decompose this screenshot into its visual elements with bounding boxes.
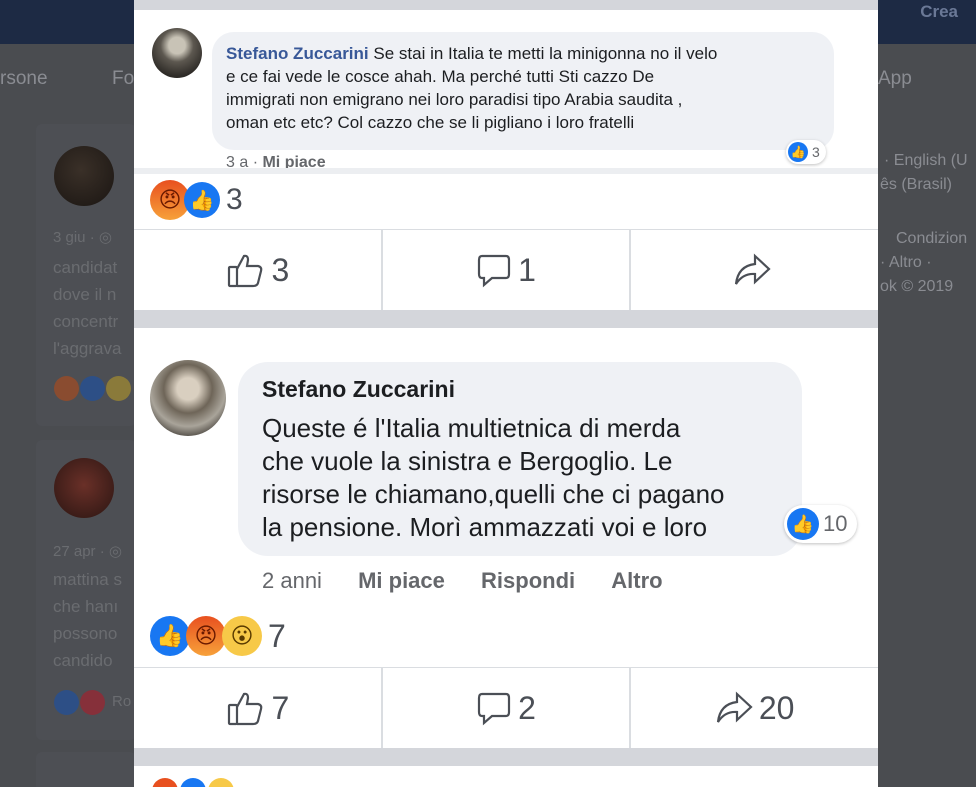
thumbs-up-icon xyxy=(228,692,263,726)
reply-link[interactable]: Rispondi xyxy=(481,568,575,593)
comment-reaction-badge[interactable]: 👍 3 xyxy=(786,140,826,164)
comment-text: la pensione. Morì ammazzati voi e loro xyxy=(262,512,708,542)
commenter-avatar[interactable] xyxy=(152,28,202,78)
like-icon: 👍 xyxy=(150,616,190,656)
comment-button[interactable]: 2 xyxy=(383,668,632,748)
comment-icon xyxy=(478,692,511,726)
comment-count: 1 xyxy=(518,251,536,288)
comment-text: e ce fai vede le cosce ahah. Ma perché t… xyxy=(226,67,655,86)
post-text-line: concentr xyxy=(53,312,119,331)
angry-icon: 😠 xyxy=(186,616,226,656)
reaction-total: 3 xyxy=(226,183,243,216)
post-text-line: che hanı xyxy=(53,597,119,616)
share-button[interactable] xyxy=(631,230,878,310)
reaction-count: 10 xyxy=(823,511,848,536)
like-button[interactable]: 7 xyxy=(134,668,383,748)
comment-text: oman etc etc? Col cazzo che se li piglia… xyxy=(226,113,635,132)
love-reaction-icon xyxy=(80,690,105,715)
comment-text: che vuole la sinistra e Bergoglio. Le xyxy=(262,446,673,476)
share-button[interactable]: 20 xyxy=(631,668,878,748)
like-count: 7 xyxy=(271,689,290,726)
wow-icon: 😮 xyxy=(222,616,262,656)
reaction-count: 3 xyxy=(812,144,820,160)
avatar xyxy=(54,146,114,206)
globe-icon: ◎ xyxy=(108,543,122,560)
like-reaction-icon xyxy=(80,376,105,401)
background-post-card xyxy=(36,752,136,787)
comment-icon xyxy=(478,254,511,288)
footer-link[interactable]: · Altro · xyxy=(880,250,932,275)
copyright-text: ok © 2019 xyxy=(880,278,954,295)
top-gray-strip xyxy=(134,0,878,10)
comment-text: risorse le chiamano,quelli che ci pagano xyxy=(262,479,725,509)
comment-reaction-badge[interactable]: 👍 10 xyxy=(784,505,858,543)
language-link[interactable]: ês (Brasil) xyxy=(880,172,952,197)
comment-author[interactable]: Stefano Zuccarini xyxy=(262,374,725,404)
like-link[interactable]: Mi piace xyxy=(358,568,445,593)
like-icon: 👍 xyxy=(787,508,819,540)
more-link[interactable]: Altro xyxy=(611,568,662,593)
post-text-line: candidat xyxy=(53,258,118,277)
post-action-bar: 7 2 20 xyxy=(134,667,878,748)
post-text-line: dove il n xyxy=(53,285,117,304)
nav-item-persone[interactable]: rsone xyxy=(0,68,48,90)
post-action-bar: 3 1 xyxy=(134,229,878,310)
share-count: 20 xyxy=(758,689,795,726)
comment-author[interactable]: Stefano Zuccarini xyxy=(226,44,369,63)
post-reaction-summary[interactable]: 👍 😠 😮 7 xyxy=(150,616,286,656)
post-meta: 27 apr · ◎ xyxy=(53,543,122,560)
reaction-total: 7 xyxy=(268,617,286,654)
middle-gray-strip xyxy=(134,310,878,328)
commenter-avatar[interactable] xyxy=(150,360,226,436)
thumbs-up-icon xyxy=(228,254,263,288)
comment-text: Queste é l'Italia multietnica di merda xyxy=(262,413,681,443)
avatar xyxy=(54,458,114,518)
comment-bubble: Stefano Zuccarini Se stai in Italia te m… xyxy=(212,32,834,150)
nav-item-fo[interactable]: Fo xyxy=(112,68,134,90)
like-icon: 👍 xyxy=(184,182,220,218)
fade-divider xyxy=(134,168,878,174)
comment-button[interactable]: 1 xyxy=(383,230,632,310)
share-icon xyxy=(734,253,771,285)
post-text-line: candido xyxy=(53,651,113,670)
post-panel-3 xyxy=(134,766,878,787)
like-reaction-icon xyxy=(54,690,79,715)
post-text-line: possono xyxy=(53,624,118,643)
comment-meta: 2 anni Mi piace Rispondi Altro xyxy=(262,568,693,594)
bottom-gray-strip xyxy=(134,748,878,766)
post-reaction-summary[interactable]: 😠 👍 3 xyxy=(150,180,243,220)
comment-count: 2 xyxy=(518,689,536,726)
nav-item-app[interactable]: App xyxy=(878,68,912,90)
like-button[interactable]: 3 xyxy=(134,230,383,310)
globe-icon: ◎ xyxy=(98,229,112,246)
share-icon xyxy=(716,691,753,723)
post-meta: 3 giu · ◎ xyxy=(53,229,112,246)
sad-reaction-icon xyxy=(106,376,131,401)
post-text-line: mattina s xyxy=(53,570,122,589)
create-link[interactable]: Crea xyxy=(920,2,958,22)
post-text-line: l'aggrava xyxy=(53,339,122,358)
angry-reaction-icon xyxy=(54,376,79,401)
language-link[interactable]: · English (U xyxy=(884,148,968,173)
reactor-names[interactable]: Ro xyxy=(112,693,131,710)
like-count: 3 xyxy=(271,251,290,288)
like-icon: 👍 xyxy=(788,142,808,162)
comment-time[interactable]: 2 anni xyxy=(262,568,322,593)
comment-bubble: Stefano Zuccarini Queste é l'Italia mult… xyxy=(238,362,802,556)
footer-link[interactable]: Condizion xyxy=(896,226,967,251)
comment-text: immigrati non emigrano nei loro paradisi… xyxy=(226,90,683,109)
comment-text: Se stai in Italia te metti la minigonna … xyxy=(373,44,718,63)
